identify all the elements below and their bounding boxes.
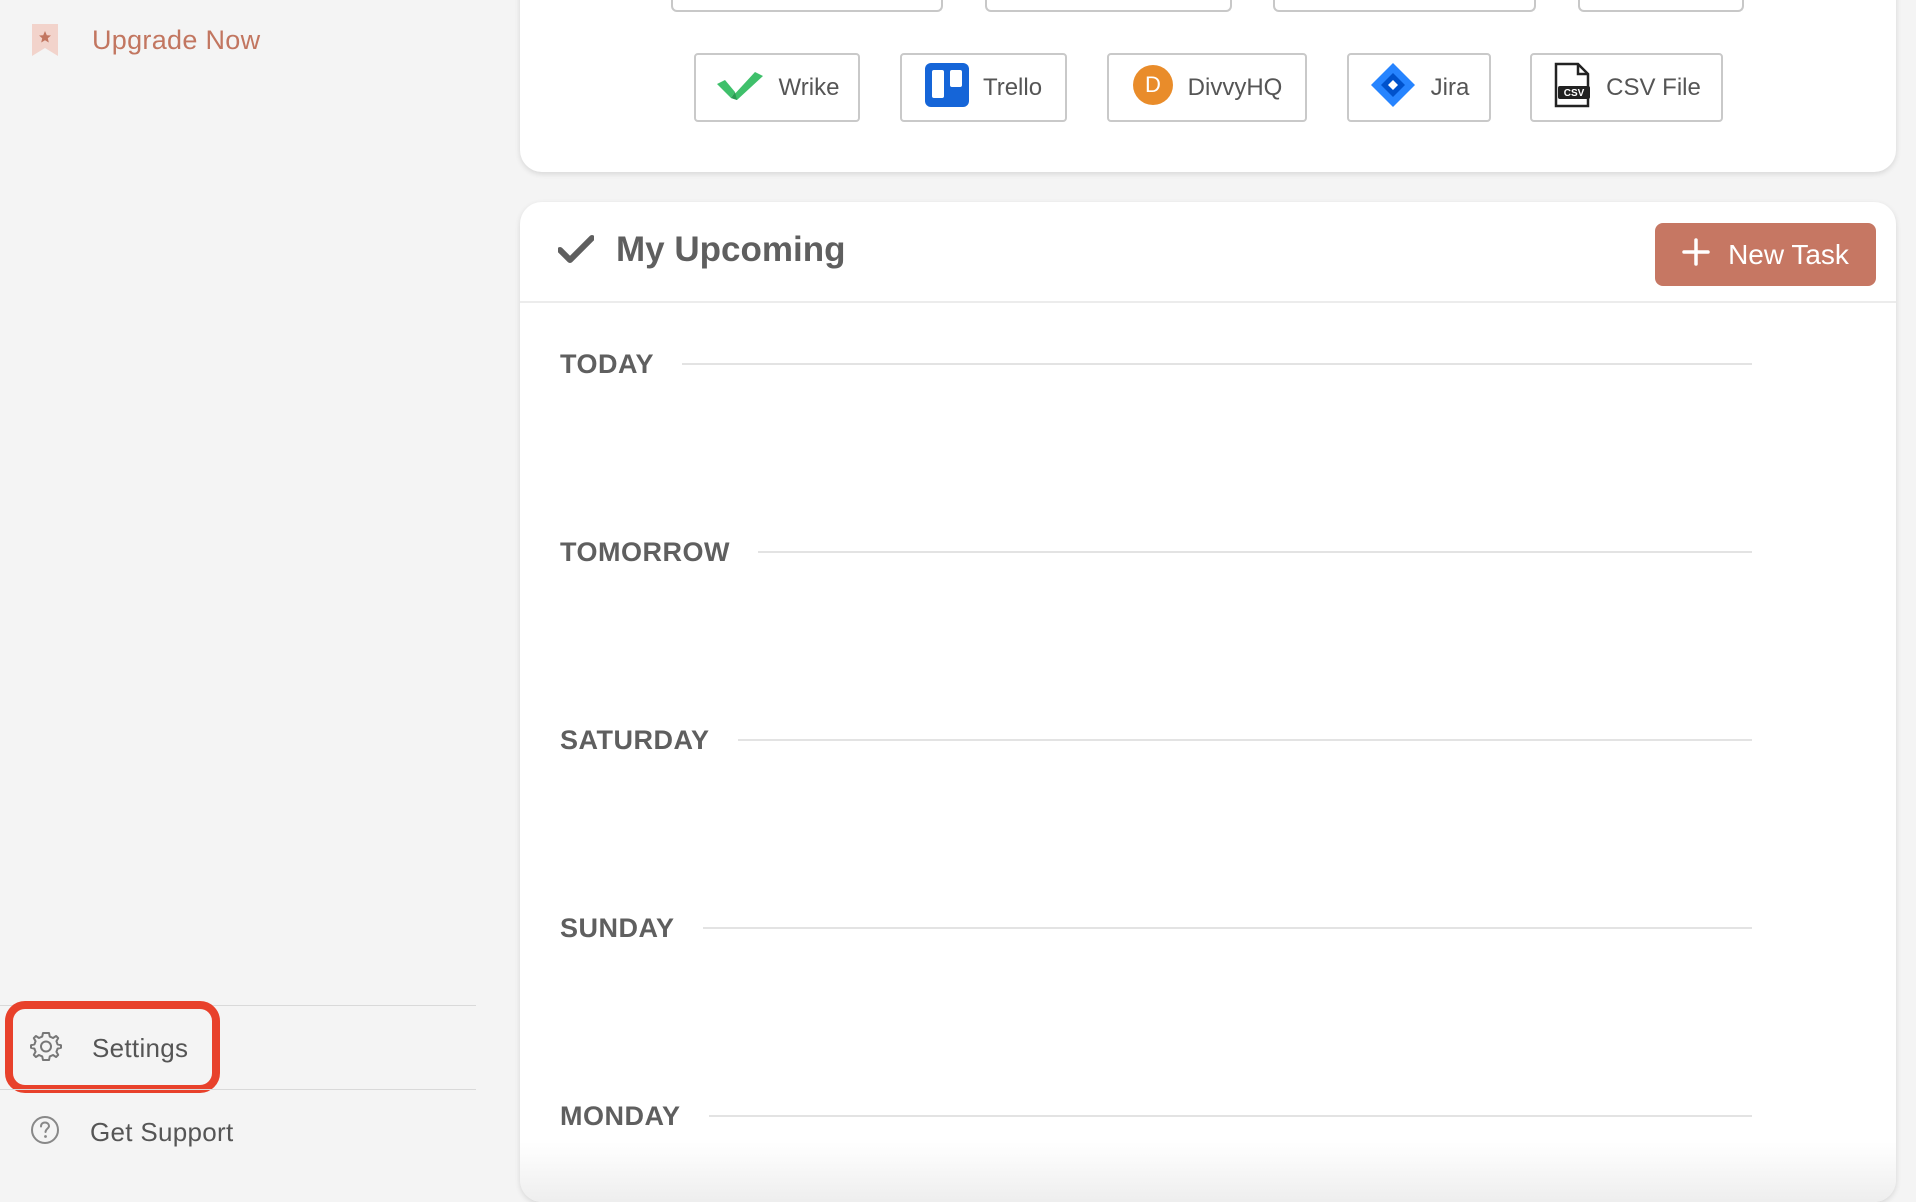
scroll-fade [520, 1142, 1896, 1202]
new-task-button[interactable]: New Task [1655, 223, 1876, 286]
day-divider [708, 1115, 1752, 1117]
divvyhq-label: DivvyHQ [1187, 73, 1283, 101]
my-upcoming-header: My Upcoming New Task [520, 202, 1896, 303]
day-divider [737, 739, 1752, 741]
upgrade-now-link[interactable]: Upgrade Now [32, 22, 260, 58]
day-section-sunday: SUNDAY [560, 908, 1752, 948]
day-divider [757, 551, 1752, 553]
integration-button[interactable] [1578, 0, 1744, 12]
integration-button[interactable] [985, 0, 1232, 12]
trello-button[interactable]: Trello [900, 53, 1067, 122]
settings-highlight-box [5, 1001, 220, 1093]
svg-text:D: D [1145, 72, 1161, 97]
checkmark-icon [557, 234, 595, 271]
day-section-tomorrow: TOMORROW [560, 532, 1752, 572]
wrike-icon [715, 68, 765, 107]
day-label: TOMORROW [560, 536, 730, 567]
csv-file-button[interactable]: CSV CSV File [1530, 53, 1723, 122]
wrike-label: Wrike [778, 73, 840, 101]
integration-button[interactable] [671, 0, 943, 12]
day-label: MONDAY [560, 1100, 681, 1131]
day-section-monday: MONDAY [560, 1096, 1752, 1136]
day-section-saturday: SATURDAY [560, 720, 1752, 760]
upgrade-now-label: Upgrade Now [92, 24, 261, 55]
my-upcoming-card: My Upcoming New Task TODAY TOMORROW SATU… [520, 202, 1896, 1202]
day-divider [702, 927, 1752, 929]
csv-file-label: CSV File [1606, 73, 1701, 101]
integration-button[interactable] [1273, 0, 1536, 12]
sidebar: Upgrade Now Settings Get Support [0, 0, 490, 1173]
sidebar-item-get-support[interactable]: Get Support [30, 1111, 234, 1153]
day-divider [682, 363, 1752, 365]
day-section-today: TODAY [560, 344, 1752, 384]
my-upcoming-title: My Upcoming [616, 230, 846, 269]
jira-icon [1369, 61, 1417, 114]
get-support-label: Get Support [90, 1116, 234, 1147]
help-circle-icon [30, 1115, 60, 1150]
day-label: TODAY [560, 348, 655, 379]
trello-label: Trello [982, 73, 1043, 101]
svg-text:CSV: CSV [1564, 88, 1585, 99]
csv-file-icon: CSV [1552, 62, 1592, 113]
trello-icon [924, 63, 969, 112]
divvyhq-button[interactable]: D DivvyHQ [1107, 53, 1307, 122]
jira-label: Jira [1430, 73, 1470, 101]
sidebar-divider [0, 1089, 476, 1090]
plus-icon [1682, 238, 1710, 271]
new-task-label: New Task [1728, 238, 1849, 270]
jira-button[interactable]: Jira [1347, 53, 1491, 122]
wrike-button[interactable]: Wrike [694, 53, 860, 122]
day-label: SATURDAY [560, 724, 710, 755]
integrations-card: Wrike Trello D DivvyHQ Jira CSV CSV File [520, 0, 1896, 172]
divvyhq-icon: D [1132, 64, 1174, 111]
day-label: SUNDAY [560, 912, 675, 943]
bookmark-star-icon [32, 24, 58, 56]
